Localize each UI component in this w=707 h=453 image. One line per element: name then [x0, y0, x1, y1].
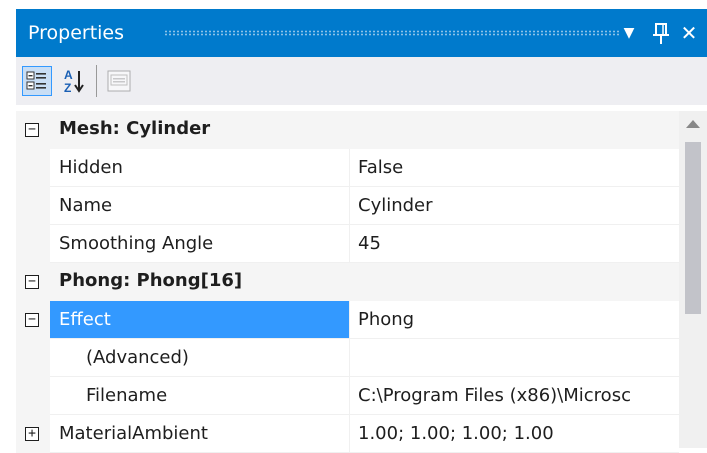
- category-label: Mesh: Cylinder: [59, 118, 211, 139]
- column-divider[interactable]: [349, 415, 350, 452]
- auto-hide-pin-icon[interactable]: [648, 19, 674, 47]
- window-position-dropdown-icon[interactable]: ▼: [616, 19, 642, 47]
- row-gutter: [16, 377, 50, 415]
- property-name: Effect: [50, 301, 349, 338]
- panel-title: Properties: [28, 22, 125, 44]
- category-label: Phong: Phong[16]: [59, 270, 243, 291]
- row-gutter: [16, 225, 50, 263]
- property-value[interactable]: False: [358, 149, 678, 186]
- column-divider[interactable]: [349, 339, 350, 376]
- property-name: Filename: [86, 385, 168, 406]
- collapse-icon[interactable]: −: [25, 123, 39, 137]
- close-icon[interactable]: ✕: [676, 19, 702, 47]
- property-name: Name: [59, 195, 113, 216]
- titlebar-grip[interactable]: [164, 30, 619, 36]
- property-value[interactable]: 45: [358, 225, 678, 262]
- property-name: Hidden: [59, 157, 123, 178]
- expand-icon[interactable]: +: [25, 427, 39, 441]
- property-pages-icon: [107, 70, 131, 92]
- property-name: (Advanced): [86, 347, 189, 368]
- scroll-up-icon[interactable]: [686, 120, 700, 128]
- column-divider[interactable]: [349, 301, 350, 338]
- column-divider[interactable]: [349, 187, 350, 224]
- column-divider[interactable]: [349, 377, 350, 414]
- property-value[interactable]: 1.00; 1.00; 1.00; 1.00: [358, 415, 678, 452]
- property-value[interactable]: Cylinder: [358, 187, 678, 224]
- property-value[interactable]: C:\Program Files (x86)\Microsc: [358, 377, 678, 414]
- properties-toolbar: A Z: [16, 57, 707, 105]
- property-grid: − Mesh: Cylinder Hidden False Name Cylin…: [16, 111, 679, 453]
- property-value[interactable]: [358, 339, 678, 376]
- property-pages-button[interactable]: [104, 66, 134, 96]
- property-row[interactable]: Name Cylinder: [16, 187, 679, 225]
- collapse-icon[interactable]: −: [25, 275, 39, 289]
- category-row-mesh[interactable]: − Mesh: Cylinder: [16, 111, 679, 149]
- property-row[interactable]: Hidden False: [16, 149, 679, 187]
- property-name: Smoothing Angle: [59, 233, 214, 254]
- svg-text:A: A: [64, 68, 73, 82]
- scrollbar-thumb[interactable]: [685, 142, 701, 314]
- property-row[interactable]: + MaterialAmbient 1.00; 1.00; 1.00; 1.00: [16, 415, 679, 453]
- property-value[interactable]: Phong: [358, 301, 678, 338]
- property-row[interactable]: (Advanced): [16, 339, 679, 377]
- row-gutter: [16, 339, 50, 377]
- properties-titlebar[interactable]: Properties ▼ ✕: [16, 9, 707, 57]
- property-name: MaterialAmbient: [59, 423, 208, 444]
- category-row-phong[interactable]: − Phong: Phong[16]: [16, 263, 679, 301]
- alphabetical-button[interactable]: A Z: [60, 66, 90, 96]
- svg-text:Z: Z: [64, 81, 71, 95]
- property-row-selected[interactable]: − Effect Phong: [16, 301, 679, 339]
- window-top-edge: [0, 0, 707, 9]
- toolbar-separator: [96, 65, 97, 97]
- property-row[interactable]: Smoothing Angle 45: [16, 225, 679, 263]
- categorized-icon: [26, 71, 46, 90]
- property-row[interactable]: Filename C:\Program Files (x86)\Microsc: [16, 377, 679, 415]
- row-gutter: [16, 187, 50, 225]
- column-divider[interactable]: [349, 225, 350, 262]
- categorized-button[interactable]: [22, 66, 52, 96]
- properties-window: Properties ▼ ✕ A Z − Mesh: Cylinder Hidd…: [0, 0, 707, 453]
- alphabetical-icon: A Z: [64, 68, 84, 95]
- row-gutter: [16, 149, 50, 187]
- vertical-scrollbar[interactable]: [679, 111, 707, 448]
- column-divider[interactable]: [349, 149, 350, 186]
- collapse-icon[interactable]: −: [25, 313, 39, 327]
